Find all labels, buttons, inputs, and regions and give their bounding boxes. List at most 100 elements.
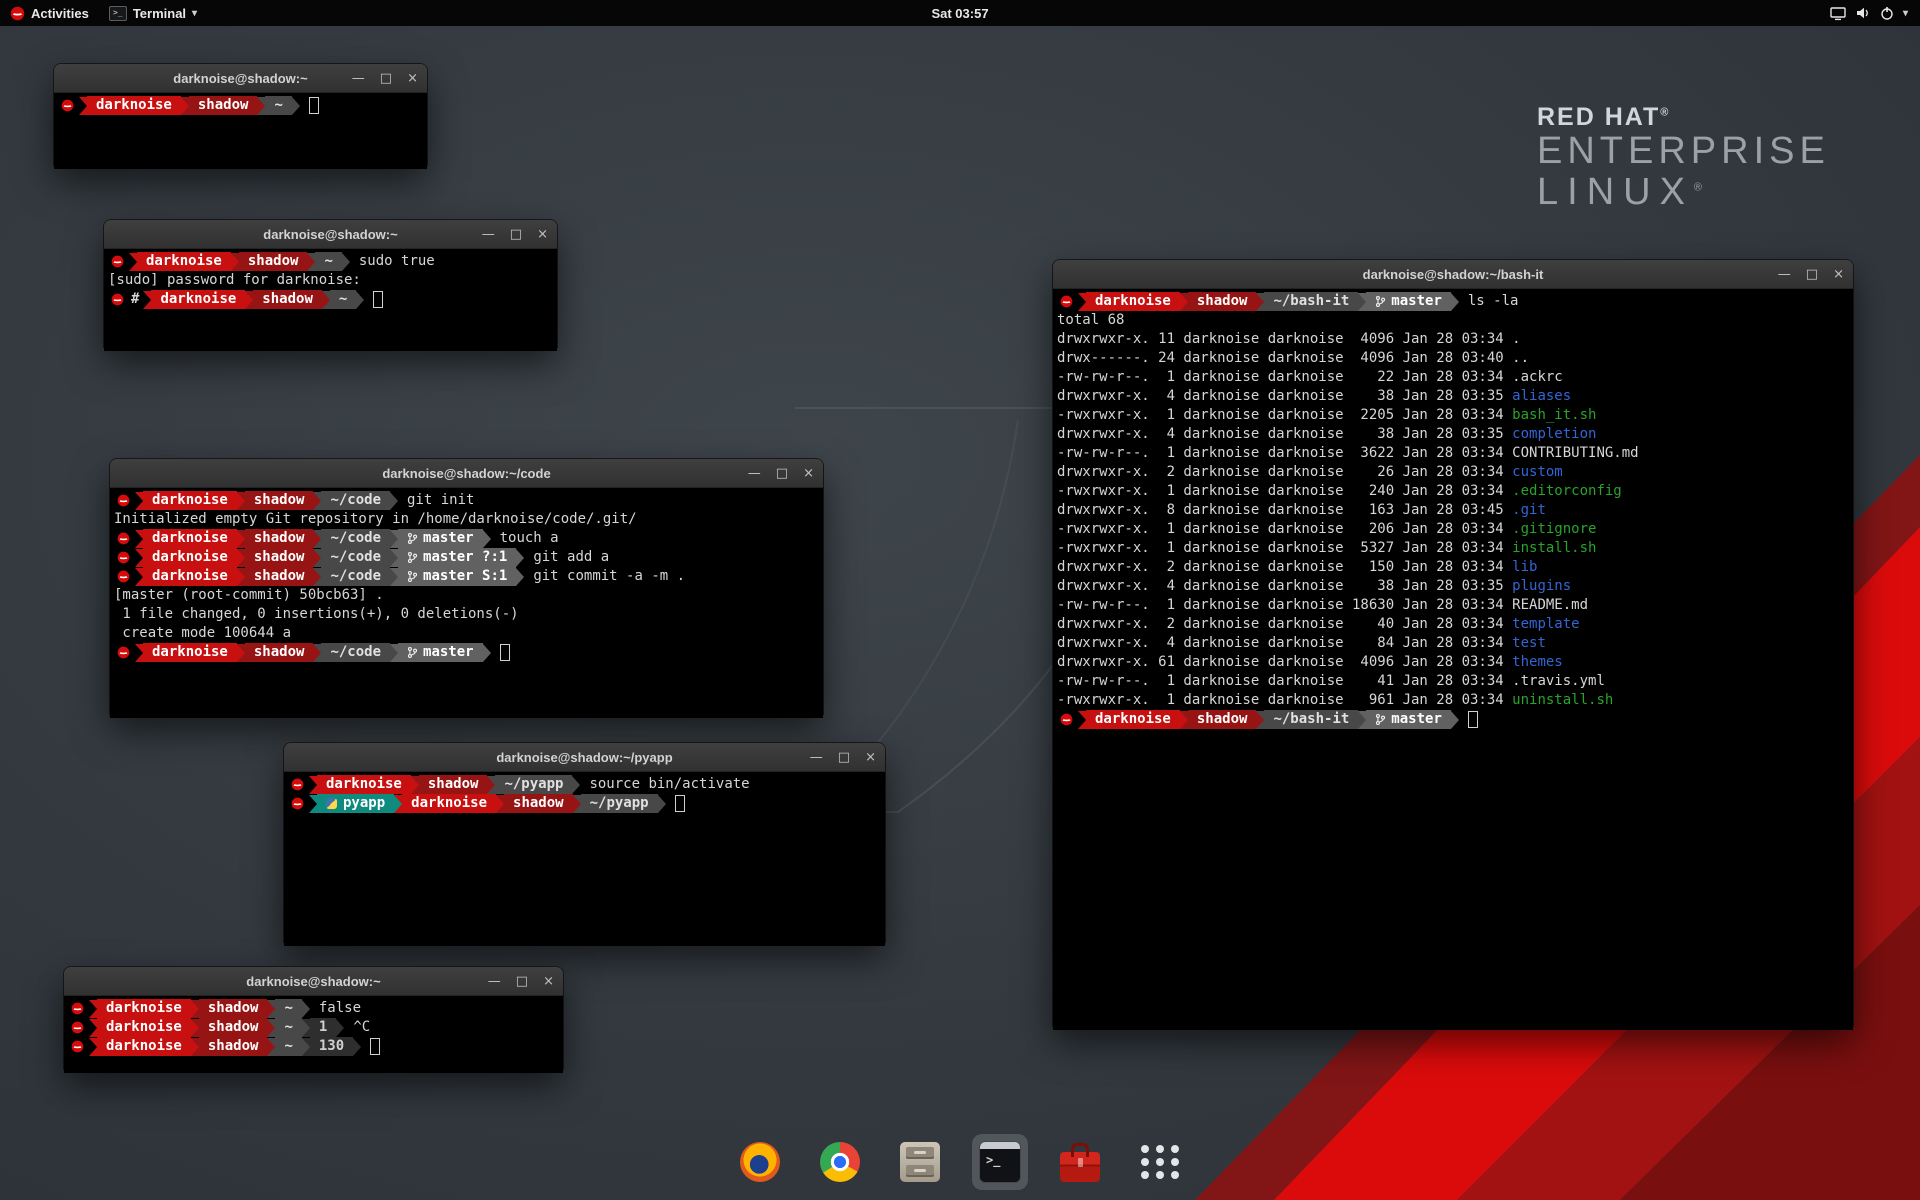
window-maximize-button[interactable]: □ [776, 467, 788, 480]
window-minimize-button[interactable]: — [488, 975, 501, 988]
terminal-body[interactable]: darknoiseshadow~falsedarknoiseshadow~1^C… [64, 996, 563, 1073]
volume-icon [1855, 6, 1871, 20]
desktop: RED HAT® ENTERPRISE LINUX® Activities >_… [0, 0, 1920, 1200]
powerline-separator [1451, 293, 1459, 311]
window-titlebar[interactable]: darknoise@shadow:~/code — □ × [110, 459, 823, 488]
terminal-cursor [370, 1038, 380, 1055]
window-minimize-button[interactable]: — [482, 228, 495, 241]
terminal-line: drwxrwxr-x. 2 darknoise darknoise 40 Jan… [1057, 615, 1853, 634]
terminal-window: darknoise@shadow:~/code — □ × darknoise shado… [110, 459, 823, 714]
terminal-line: drwxrwxr-x. 4 darknoise darknoise 38 Jan… [1057, 387, 1853, 406]
prompt-segment-git: master [1366, 710, 1451, 729]
terminal-body[interactable]: darknoiseshadow~/pyappsource bin/activat… [284, 772, 885, 946]
powerline-separator [135, 492, 143, 510]
prompt-segment-user: darknoise [1086, 710, 1180, 729]
git-branch-icon [407, 646, 418, 659]
terminal-body[interactable]: darknoiseshadow~/codegit initInitialized… [110, 488, 823, 718]
ls-columns: -rw-rw-r--. 1 darknoise darknoise 3622 J… [1057, 444, 1512, 463]
dock-item-terminal[interactable]: >_ [972, 1134, 1028, 1190]
window-titlebar[interactable]: darknoise@shadow:~/pyapp—□× [284, 743, 885, 772]
powerline-separator [516, 549, 524, 567]
window-maximize-button[interactable]: □ [516, 975, 528, 988]
powerline-separator [257, 97, 265, 115]
system-tray[interactable]: ▾ [1822, 0, 1916, 26]
powerline-separator [572, 776, 580, 794]
window-minimize-button[interactable]: — [810, 751, 823, 764]
dock-item-files[interactable] [892, 1134, 948, 1190]
window-titlebar[interactable]: darknoise@shadow:~/bash-it — □ × [1053, 260, 1853, 289]
ls-columns: drwxrwxr-x. 11 darknoise darknoise 4096 … [1057, 330, 1512, 349]
powerline-separator [1358, 293, 1366, 311]
powerline-separator [231, 253, 239, 271]
window-close-button[interactable]: × [1833, 268, 1844, 281]
ls-filename: themes [1512, 653, 1563, 672]
window-minimize-button[interactable]: — [748, 467, 761, 480]
window-close-button[interactable]: × [407, 72, 418, 85]
terminal-body[interactable]: darknoiseshadow~sudo true[sudo] password… [104, 249, 557, 351]
prompt-segment-host: shadow [245, 567, 314, 586]
window-titlebar[interactable]: darknoise@shadow:~ — □ × [104, 220, 557, 249]
prompt-segment-user: darknoise [143, 491, 237, 510]
window-close-button[interactable]: × [803, 467, 814, 480]
window-titlebar[interactable]: darknoise@shadow:~—□× [54, 64, 427, 93]
terminal-body[interactable]: darknoiseshadow~ [54, 93, 427, 169]
prompt-segment-user: darknoise [143, 643, 237, 662]
window-maximize-button[interactable]: □ [510, 228, 522, 241]
dock-item-toolbox[interactable] [1052, 1134, 1108, 1190]
terminal-line: create mode 100644 a [114, 624, 823, 643]
redhat-icon [114, 491, 135, 510]
powerline-separator [237, 530, 245, 548]
window-title: darknoise@shadow:~ [263, 227, 397, 242]
powerline-separator [1256, 293, 1264, 311]
dock-item-firefox[interactable] [732, 1134, 788, 1190]
powerline-separator [89, 1038, 97, 1056]
window-title: darknoise@shadow:~/bash-it [1363, 267, 1544, 282]
prompt-segment-path: ~/code [321, 529, 390, 548]
window-close-button[interactable]: × [543, 975, 554, 988]
command-text: source bin/activate [589, 775, 749, 794]
prompt-segment-path: ~ [275, 1037, 301, 1056]
prompt-segment-host: shadow [245, 643, 314, 662]
ls-columns: drwxrwxr-x. 4 darknoise darknoise 38 Jan… [1057, 387, 1512, 406]
clock[interactable]: Sat 03:57 [931, 6, 988, 21]
prompt-segment-user: darknoise [151, 290, 245, 309]
terminal-app-menu[interactable]: >_ Terminal ▾ [99, 0, 207, 26]
window-maximize-button[interactable]: □ [838, 751, 850, 764]
terminal-body[interactable]: darknoiseshadow~/bash-itmasterls -latota… [1053, 289, 1853, 1030]
ls-filename: bash_it.sh [1512, 406, 1596, 425]
window-minimize-button[interactable]: — [1778, 268, 1791, 281]
window-maximize-button[interactable]: □ [380, 72, 392, 85]
powerline-separator [245, 291, 253, 309]
prompt-segment-user: darknoise [317, 775, 411, 794]
redhat-icon [114, 643, 135, 662]
redhat-icon [114, 529, 135, 548]
ls-columns: drwxrwxr-x. 2 darknoise darknoise 40 Jan… [1057, 615, 1512, 634]
powerline-separator [191, 1000, 199, 1018]
activities-button[interactable]: Activities [0, 0, 99, 26]
terminal-window: darknoise@shadow:~/pyapp—□×darknoiseshad… [284, 743, 885, 942]
toolbox-icon [1060, 1152, 1100, 1182]
powerline-separator [237, 568, 245, 586]
dock-item-chrome[interactable] [812, 1134, 868, 1190]
redhat-branding: RED HAT® ENTERPRISE LINUX® [1537, 104, 1830, 213]
terminal-cursor [373, 291, 383, 308]
terminal-line: -rw-rw-r--. 1 darknoise darknoise 22 Jan… [1057, 368, 1853, 387]
terminal-line: -rwxrwxr-x. 1 darknoise darknoise 206 Ja… [1057, 520, 1853, 539]
window-titlebar[interactable]: darknoise@shadow:~—□× [64, 967, 563, 996]
command-text: false [319, 999, 361, 1018]
window-maximize-button[interactable]: □ [1806, 268, 1818, 281]
terminal-line: -rwxrwxr-x. 1 darknoise darknoise 240 Ja… [1057, 482, 1853, 501]
window-close-button[interactable]: × [865, 751, 876, 764]
ls-filename: .. [1512, 349, 1529, 368]
window-close-button[interactable]: × [537, 228, 548, 241]
ls-filename: .gitignore [1512, 520, 1596, 539]
dock-item-appgrid[interactable] [1132, 1134, 1188, 1190]
git-branch-icon [1375, 295, 1386, 308]
terminal-line: drwxrwxr-x. 4 darknoise darknoise 38 Jan… [1057, 577, 1853, 596]
powerline-separator [302, 1000, 310, 1018]
prompt-line: darknoiseshadow~false [68, 999, 563, 1018]
terminal-line: -rwxrwxr-x. 1 darknoise darknoise 2205 J… [1057, 406, 1853, 425]
chrome-icon [820, 1142, 860, 1182]
window-minimize-button[interactable]: — [352, 72, 365, 85]
window-title: darknoise@shadow:~/code [382, 466, 550, 481]
